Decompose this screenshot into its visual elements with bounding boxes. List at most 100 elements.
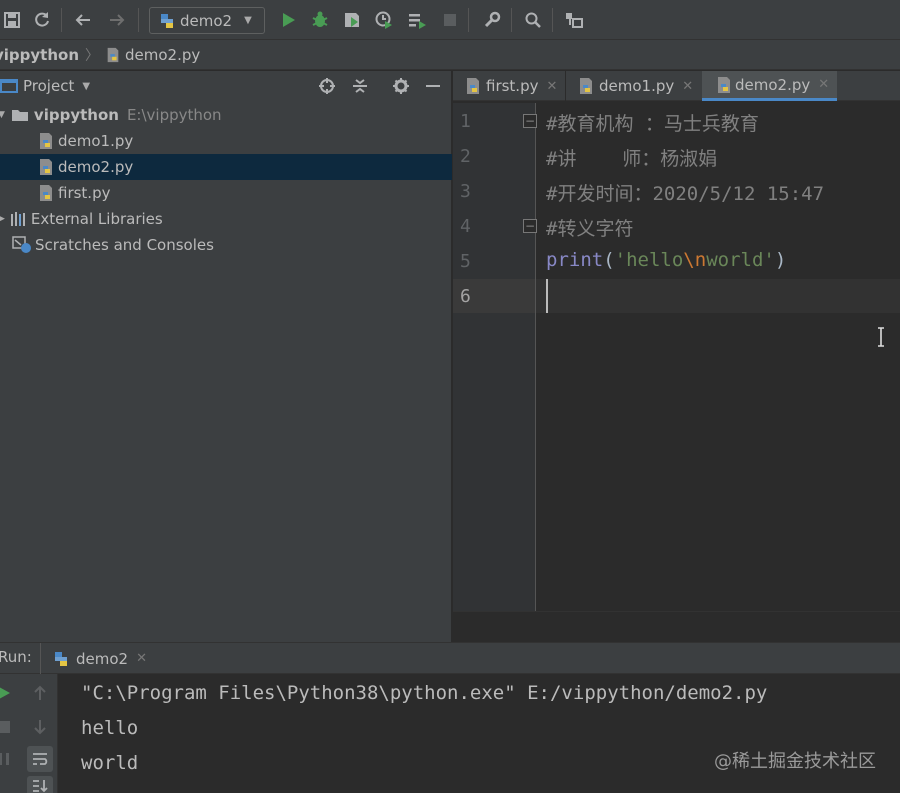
console-output-line[interactable]: hello — [81, 717, 138, 739]
tree-item-demo1[interactable]: demo1.py — [0, 128, 452, 154]
folder-icon — [11, 107, 29, 123]
code-editor: first.py ✕ demo1.py ✕ demo2.py ✕ 1 2 3 4… — [453, 71, 900, 642]
stop-icon[interactable] — [0, 716, 15, 738]
editor-tabs: first.py ✕ demo1.py ✕ demo2.py ✕ — [453, 71, 900, 101]
tree-item-label: vippython — [33, 106, 119, 124]
console-output-line[interactable]: world — [81, 752, 138, 774]
chevron-down-icon: ▼ — [244, 15, 252, 26]
project-view-icon — [0, 78, 18, 94]
close-icon[interactable]: ✕ — [682, 79, 693, 94]
profile-icon[interactable] — [372, 8, 396, 32]
pause-icon[interactable] — [0, 748, 15, 770]
code-token-escape: \n — [683, 249, 707, 271]
line-number: 3 — [460, 181, 471, 202]
close-icon[interactable]: ✕ — [818, 77, 829, 92]
main-toolbar: demo2 ▼ — [0, 0, 900, 40]
python-file-icon — [158, 12, 176, 30]
console-output-line[interactable]: "C:\Program Files\Python38\python.exe" E… — [81, 682, 767, 704]
fold-icon[interactable]: − — [523, 114, 537, 128]
python-file-icon — [577, 77, 595, 95]
python-file-icon — [37, 132, 55, 150]
stop-icon[interactable] — [438, 8, 462, 32]
run-config-label: demo2 — [180, 11, 233, 30]
tab-demo2[interactable]: demo2.py ✕ — [702, 71, 837, 101]
run-build-icon[interactable] — [405, 8, 429, 32]
project-panel-title[interactable]: Project — [23, 77, 74, 95]
run-config-select[interactable]: demo2 ▼ — [149, 7, 265, 34]
tree-item-external-libraries[interactable]: ▶ External Libraries — [0, 206, 452, 232]
run-tab-label: demo2 — [76, 649, 129, 668]
back-icon[interactable] — [71, 8, 95, 32]
chevron-down-icon[interactable]: ▼ — [82, 81, 90, 92]
wrench-icon[interactable] — [480, 8, 504, 32]
line-number: 5 — [460, 251, 471, 272]
code-line-3[interactable]: #开发时间：2020/5/12 15:47 — [546, 179, 824, 206]
scroll-to-end-icon[interactable] — [27, 776, 53, 793]
watermark: @稀土掘金技术社区 — [714, 751, 876, 772]
breadcrumb-file[interactable]: demo2.py — [125, 46, 200, 64]
breadcrumb: vippython 〉 demo2.py — [0, 40, 900, 70]
save-icon[interactable] — [0, 8, 24, 32]
editor-bottom-area — [453, 611, 900, 642]
python-file-icon — [464, 77, 482, 95]
run-label: Run: — [0, 648, 32, 666]
soft-wrap-icon[interactable] — [27, 746, 53, 772]
line-number: 2 — [460, 146, 471, 167]
sync-icon[interactable] — [30, 8, 54, 32]
code-token-function: print — [546, 249, 604, 271]
text-cursor-icon — [878, 327, 884, 347]
gear-icon[interactable] — [391, 76, 411, 96]
python-file-icon — [105, 47, 121, 63]
line-number: 6 — [460, 286, 471, 307]
code-line-2[interactable]: #讲 师：杨淑娟 — [546, 144, 717, 171]
tab-label: demo2.py — [735, 75, 811, 94]
structure-icon[interactable] — [562, 8, 586, 32]
close-icon[interactable]: ✕ — [546, 79, 557, 94]
tree-item-project-root[interactable]: ▼ vippython E:\vippython — [0, 102, 452, 128]
collapse-all-icon[interactable] — [350, 76, 370, 96]
project-panel-header: Project ▼ — [0, 71, 452, 101]
tree-item-label: demo1.py — [58, 132, 134, 150]
rerun-icon[interactable] — [0, 682, 15, 704]
tree-item-scratches[interactable]: Scratches and Consoles — [0, 232, 452, 258]
breadcrumb-project[interactable]: vippython — [0, 46, 79, 64]
close-icon[interactable]: ✕ — [136, 651, 147, 666]
tree-item-demo2[interactable]: demo2.py — [0, 154, 452, 180]
python-file-icon — [37, 184, 55, 202]
tree-item-label: first.py — [58, 184, 111, 202]
code-line-1[interactable]: #教育机构 ：马士兵教育 — [546, 109, 759, 136]
run-tab-demo2[interactable]: demo2 ✕ — [46, 643, 147, 674]
locate-icon[interactable] — [317, 76, 337, 96]
tab-label: demo1.py — [599, 77, 675, 95]
run-icon[interactable] — [276, 8, 300, 32]
code-line-5[interactable]: print('hello\nworld') — [546, 249, 786, 271]
forward-icon[interactable] — [105, 8, 129, 32]
coverage-icon[interactable] — [340, 8, 364, 32]
run-tab-bar: Run: demo2 ✕ — [0, 643, 900, 674]
fold-icon[interactable]: − — [523, 219, 537, 233]
code-token-paren: ( — [603, 249, 615, 271]
tree-item-label: Scratches and Consoles — [35, 236, 214, 254]
code-token-paren: ) — [774, 249, 787, 271]
line-number: 1 — [460, 111, 471, 132]
arrow-down-icon[interactable] — [29, 716, 51, 738]
tab-first[interactable]: first.py ✕ — [464, 71, 557, 101]
tree-item-label: External Libraries — [30, 210, 163, 228]
tree-item-path: E:\vippython — [126, 106, 222, 124]
minimize-icon[interactable] — [423, 76, 443, 96]
python-file-icon — [715, 76, 733, 94]
chevron-right-icon[interactable]: ▶ — [0, 214, 5, 224]
tree-item-first[interactable]: first.py — [0, 180, 452, 206]
current-line-highlight — [453, 279, 900, 313]
scratches-icon — [12, 236, 32, 254]
search-icon[interactable] — [521, 8, 545, 32]
run-side-toolbar — [0, 674, 58, 793]
project-panel: Project ▼ ▼ vippython E:\vippython demo1… — [0, 71, 452, 642]
chevron-down-icon[interactable]: ▼ — [0, 110, 5, 120]
python-icon — [52, 650, 70, 668]
code-line-4[interactable]: #转义字符 — [546, 214, 633, 241]
arrow-up-icon[interactable] — [29, 682, 51, 704]
tab-demo1[interactable]: demo1.py ✕ — [577, 71, 693, 101]
chevron-right-icon: 〉 — [85, 47, 100, 64]
debug-icon[interactable] — [308, 8, 332, 32]
